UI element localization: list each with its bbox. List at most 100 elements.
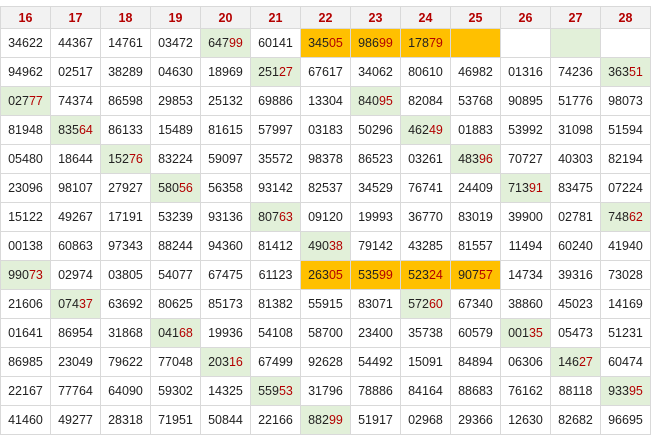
table-cell: 80763: [250, 202, 301, 232]
table-cell: 60240: [550, 231, 601, 261]
number-suffix-highlight: 68: [178, 326, 193, 340]
table-cell: 14734: [500, 260, 551, 290]
number-prefix: 580: [158, 181, 179, 195]
number-suffix-highlight: 38: [328, 239, 343, 253]
table-cell: 90757: [450, 260, 501, 290]
table-row: 15122 49267 17191 53239 93136 80763 09120 19993…: [0, 202, 651, 232]
table-cell: 05480: [0, 144, 51, 174]
table-cell: 67617: [300, 57, 351, 87]
table-cell: 74862: [600, 202, 651, 232]
table-row: 05480 18644 15276 83224 59097 35572 98378 86523…: [0, 144, 651, 174]
table-cell: 86598: [100, 86, 151, 116]
number-suffix-highlight: 99: [228, 36, 243, 50]
table-cell: 45023: [550, 289, 601, 319]
table-cell: 01641: [0, 318, 51, 348]
number-suffix-highlight: 05: [328, 36, 343, 50]
number-prefix: 152: [108, 152, 129, 166]
table-cell: 00138: [0, 231, 51, 261]
number-prefix: 483: [458, 152, 479, 166]
table-cell: 92628: [300, 347, 351, 377]
table-cell: 93136: [200, 202, 251, 232]
table-cell: [450, 28, 501, 58]
table-row: 23096 98107 27927 58056 56358 93142 82537 34529…: [0, 173, 651, 203]
number-prefix: 345: [308, 36, 329, 50]
table-cell: 44367: [50, 28, 101, 58]
table-cell: 14627: [550, 347, 601, 377]
number-prefix: 835: [58, 123, 79, 137]
table-cell: 36770: [400, 202, 451, 232]
table-cell: 55915: [300, 289, 351, 319]
table-cell: 23049: [50, 347, 101, 377]
table-cell: 88244: [150, 231, 201, 261]
table-cell: 80610: [400, 57, 451, 87]
table-cell: 82682: [550, 405, 601, 435]
number-suffix-highlight: 95: [628, 384, 643, 398]
table-cell: 06306: [500, 347, 551, 377]
column-header-17: 17: [50, 6, 101, 29]
table-cell: 07224: [600, 173, 651, 203]
table-cell: 94962: [0, 57, 51, 87]
number-prefix: 041: [158, 326, 179, 340]
table-cell: 54077: [150, 260, 201, 290]
table-cell: 00135: [500, 318, 551, 348]
table-cell: 54108: [250, 318, 301, 348]
table-cell: 53768: [450, 86, 501, 116]
number-prefix: 882: [308, 413, 329, 427]
table-cell: 60579: [450, 318, 501, 348]
table-cell: 35572: [250, 144, 301, 174]
table-cell: 77764: [50, 376, 101, 406]
column-header-24: 24: [400, 6, 451, 29]
table-row: 21606 07437 63692 80625 85173 81382 55915 83071…: [0, 289, 651, 319]
table-cell: 94360: [200, 231, 251, 261]
table-cell: 39900: [500, 202, 551, 232]
table-cell: 81382: [250, 289, 301, 319]
table-cell: 90895: [500, 86, 551, 116]
table-row: 01641 86954 31868 04168 19936 54108 58700 23400…: [0, 318, 651, 348]
table-cell: 83224: [150, 144, 201, 174]
number-prefix: 933: [608, 384, 629, 398]
table-cell: 31868: [100, 318, 151, 348]
table-cell: 02974: [50, 260, 101, 290]
number-prefix: 027: [8, 94, 29, 108]
table-cell: 74236: [550, 57, 601, 87]
table-cell: 40303: [550, 144, 601, 174]
table-cell: 80625: [150, 289, 201, 319]
table-cell: 82194: [600, 144, 651, 174]
table-cell: 86985: [0, 347, 51, 377]
table-cell: 67340: [450, 289, 501, 319]
number-prefix: 001: [508, 326, 529, 340]
table-cell: 69886: [250, 86, 301, 116]
table-cell: 22166: [250, 405, 301, 435]
table-cell: 14169: [600, 289, 651, 319]
table-cell: 76162: [500, 376, 551, 406]
column-header-25: 25: [450, 6, 501, 29]
table-row: 99073 02974 03805 54077 67475 61123 26305 53599…: [0, 260, 651, 290]
table-cell: 93142: [250, 173, 301, 203]
number-prefix: 572: [408, 297, 429, 311]
table-cell: 52324: [400, 260, 451, 290]
column-header-20: 20: [200, 6, 251, 29]
table-cell: 38860: [500, 289, 551, 319]
table-cell: 02968: [400, 405, 451, 435]
number-prefix: 251: [258, 65, 279, 79]
table-cell: 18969: [200, 57, 251, 87]
number-prefix: 074: [58, 297, 79, 311]
table-cell: 60141: [250, 28, 301, 58]
number-prefix: 178: [408, 36, 429, 50]
table-cell: 03261: [400, 144, 451, 174]
table-row: 94962 02517 38289 04630 18969 25127 67617 34062…: [0, 57, 651, 87]
table-cell: 46249: [400, 115, 451, 145]
number-suffix-highlight: 96: [478, 152, 493, 166]
table-cell: 88118: [550, 376, 601, 406]
table-cell: 07437: [50, 289, 101, 319]
table-cell: 19936: [200, 318, 251, 348]
table-cell: 15091: [400, 347, 451, 377]
table-cell: 19993: [350, 202, 401, 232]
number-prefix: 559: [258, 384, 279, 398]
number-suffix-highlight: 99: [378, 36, 393, 50]
table-cell: 59302: [150, 376, 201, 406]
number-prefix: 647: [208, 36, 229, 50]
table-cell: 29366: [450, 405, 501, 435]
table-cell: 34505: [300, 28, 351, 58]
table-cell: 86523: [350, 144, 401, 174]
